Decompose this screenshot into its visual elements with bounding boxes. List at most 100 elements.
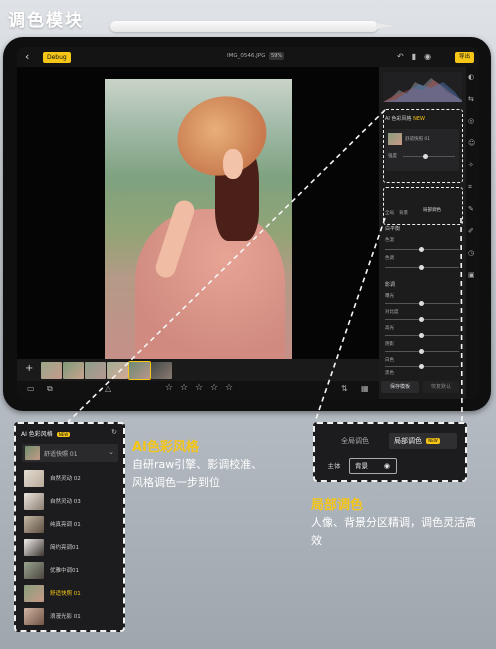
- tint-label: 色调: [385, 256, 394, 261]
- filmstrip-thumb[interactable]: [151, 362, 172, 379]
- star-icon[interactable]: ☆: [210, 383, 218, 393]
- toolbar-icons: ↶ ▮ ◉: [397, 52, 431, 61]
- style-label: 自然灵动 02: [50, 476, 81, 482]
- background-chip-label: 背景: [355, 462, 368, 470]
- tint-slider[interactable]: [385, 264, 459, 270]
- background-chip[interactable]: 背景 ◉: [349, 458, 397, 474]
- tab-global-adjust[interactable]: 全局调色: [325, 433, 385, 449]
- bottom-toolbar: ▭ ⧉ △ ☆ ☆ ☆ ☆ ☆ ⇅ ▦: [17, 381, 379, 399]
- slider-label: 曝光: [385, 294, 394, 299]
- tab-local-adjust[interactable]: 局部调色 NEW: [389, 433, 457, 449]
- slider-label: 阴影: [385, 342, 394, 347]
- style-label: 纯真亮调 01: [50, 522, 81, 528]
- white-balance-section: 白平衡: [385, 226, 401, 232]
- style-label: 浪漫光影 01: [50, 614, 81, 620]
- tab-local-label: 局部调色: [394, 437, 422, 445]
- filmstrip-thumb[interactable]: [85, 362, 106, 379]
- ai-panel-header: AI 色彩风格: [21, 431, 53, 438]
- filmstrip-thumb[interactable]: [63, 362, 84, 379]
- brush-icon[interactable]: ✎: [468, 205, 474, 213]
- local-adjust-panel-zoom: 全局调色 局部调色 NEW 主体 背景 ◉: [313, 422, 467, 482]
- grid-icon[interactable]: ▦: [361, 384, 369, 393]
- tool-sidebar: ◐ ⇆ ◎ ☺ ✧ ⌗ ✎ ✐ ◷ ▣: [466, 67, 479, 399]
- adjust-slider[interactable]: [385, 300, 459, 306]
- adjust-slider[interactable]: [385, 348, 459, 354]
- ai-callout-desc: 自研raw引擎、影调校准、风格调色一步到位: [132, 458, 263, 489]
- layers-icon[interactable]: ▣: [468, 271, 475, 279]
- account-icon[interactable]: ◉: [424, 52, 431, 61]
- histogram: [383, 72, 462, 102]
- add-photo-icon[interactable]: +: [25, 363, 33, 374]
- app-screen: ‹ Debug IMG_0546.JPG 59% ↶ ▮ ◉ 导出 + ▭ ⧉ …: [17, 47, 479, 399]
- chevron-left-icon[interactable]: ‹: [25, 50, 29, 63]
- style-list-item[interactable]: 纯真亮调 01: [22, 515, 118, 533]
- eye-icon[interactable]: ◉: [384, 459, 390, 473]
- style-label: 优雅中调01: [50, 568, 79, 574]
- adjust-icon[interactable]: ◐: [468, 73, 474, 81]
- tablet-device: ‹ Debug IMG_0546.JPG 59% ↶ ▮ ◉ 导出 + ▭ ⧉ …: [3, 37, 491, 411]
- new-badge: NEW: [426, 438, 440, 444]
- debug-button[interactable]: Debug: [43, 52, 71, 63]
- filter-icon[interactable]: ⇆: [468, 95, 474, 103]
- history-icon[interactable]: ◷: [468, 249, 474, 257]
- star-icon[interactable]: ☆: [225, 383, 233, 393]
- style-list-item-active[interactable]: 舒适快照 01: [22, 584, 118, 602]
- save-template-button[interactable]: 保存模板: [381, 381, 419, 393]
- slider-label: 白色: [385, 358, 394, 363]
- local-callout-title: 局部调色: [311, 498, 364, 513]
- pen-icon[interactable]: ✐: [468, 227, 474, 235]
- adjust-slider[interactable]: [385, 332, 459, 338]
- reset-icon[interactable]: ↻: [111, 428, 117, 436]
- copy-icon[interactable]: ⧉: [47, 384, 53, 394]
- highlight-ai-section: [383, 109, 463, 183]
- temp-label: 色温: [385, 238, 394, 243]
- style-label: 舒适快照 01: [50, 591, 81, 597]
- zoom-level: 59%: [269, 52, 285, 60]
- color-icon[interactable]: ◎: [468, 117, 474, 125]
- ai-style-dropdown[interactable]: 舒适快照 01 ⌄: [22, 444, 118, 462]
- heal-icon[interactable]: ✧: [468, 161, 474, 169]
- slider-label: 对比度: [385, 310, 399, 315]
- temp-slider[interactable]: [385, 246, 459, 252]
- filmstrip-thumb[interactable]: [107, 362, 128, 379]
- ai-selected-style: 舒适快照 01: [44, 451, 78, 458]
- style-label: 自然灵动 03: [50, 499, 81, 505]
- style-list-item[interactable]: 浪漫光影 01: [22, 607, 118, 625]
- stylus-image: [110, 21, 394, 32]
- chevron-down-icon[interactable]: ⌄: [108, 448, 114, 456]
- local-callout-desc: 人像、背景分区精调，调色灵活高效: [311, 516, 476, 547]
- crop-icon[interactable]: ⌗: [468, 183, 472, 192]
- filmstrip: +: [17, 359, 379, 381]
- style-label: 简约亮调01: [50, 545, 79, 551]
- warning-icon[interactable]: △: [105, 384, 111, 393]
- star-icon[interactable]: ☆: [195, 383, 203, 393]
- style-list-item[interactable]: 自然灵动 03: [22, 492, 118, 510]
- style-list-item[interactable]: 自然灵动 02: [22, 469, 118, 487]
- undo-icon[interactable]: ↶: [397, 52, 404, 61]
- export-button[interactable]: 导出: [455, 52, 475, 63]
- slider-label: 高光: [385, 326, 394, 331]
- top-toolbar: ‹ Debug IMG_0546.JPG 59% ↶ ▮ ◉ 导出: [17, 47, 479, 67]
- filmstrip-thumb[interactable]: [41, 362, 62, 379]
- page-title: 调色模块: [8, 11, 84, 31]
- adjust-slider[interactable]: [385, 316, 459, 322]
- adjust-slider[interactable]: [385, 363, 459, 369]
- new-badge: NEW: [56, 432, 71, 437]
- portrait-icon[interactable]: ☺: [468, 139, 475, 147]
- star-icon[interactable]: ☆: [165, 383, 173, 393]
- ai-callout-title: AI色彩风格: [132, 440, 199, 455]
- sort-icon[interactable]: ⇅: [341, 384, 348, 393]
- filmstrip-thumb[interactable]: [128, 361, 151, 380]
- subject-chip[interactable]: 主体: [323, 459, 345, 473]
- style-list-item[interactable]: 优雅中调01: [22, 561, 118, 579]
- layout-icon[interactable]: ▭: [27, 384, 35, 393]
- reset-button[interactable]: 恢复默认: [423, 381, 459, 393]
- file-name: IMG_0546.JPG: [227, 53, 266, 59]
- compare-icon[interactable]: ▮: [412, 52, 416, 61]
- star-icon[interactable]: ☆: [180, 383, 188, 393]
- portrait-photo: [105, 79, 292, 361]
- highlight-local-section: [383, 187, 463, 225]
- photo-canvas[interactable]: [17, 67, 379, 361]
- style-list-item[interactable]: 简约亮调01: [22, 538, 118, 556]
- slider-label: 黑色: [385, 371, 394, 376]
